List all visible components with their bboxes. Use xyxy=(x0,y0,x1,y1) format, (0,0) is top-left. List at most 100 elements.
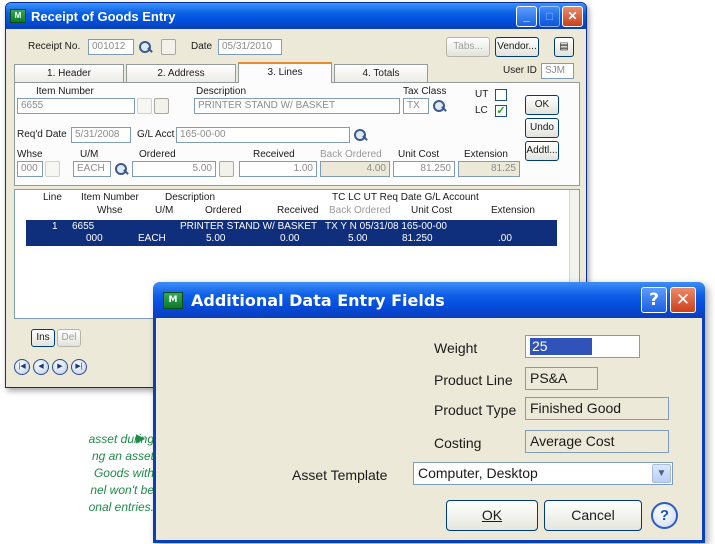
item-number-label: Item Number xyxy=(36,86,94,97)
ordered-field[interactable]: 5.00 xyxy=(132,161,216,177)
row-whse: 000 xyxy=(86,233,103,244)
receipt-lookup-search-icon[interactable] xyxy=(138,40,152,54)
receipt-no-field[interactable]: 001012 xyxy=(88,39,134,55)
addtl-button[interactable]: Addtl... xyxy=(525,141,559,161)
tab-strip: 1. Header 2. Address 3. Lines 4. Totals … xyxy=(14,62,580,83)
grid-header-flags: TC LC UT Req Date G/L Account xyxy=(332,192,479,203)
caption-text: asset during ng an asset Goods with nel … xyxy=(0,431,154,516)
receipt-no-label: Receipt No. xyxy=(28,41,81,52)
caption-arrow-icon: ▶ xyxy=(136,431,146,445)
dialog-titlebar[interactable]: M Additional Data Entry Fields ? ✕ xyxy=(153,282,705,318)
weight-value: 25 xyxy=(530,338,592,355)
grid-header-extension: Extension xyxy=(491,205,535,216)
next-record-icon[interactable]: ▶ xyxy=(52,359,68,375)
receipt-next-number-button[interactable] xyxy=(161,39,176,55)
del-button[interactable]: Del xyxy=(57,329,81,347)
lc-checkbox[interactable]: ✓ xyxy=(495,105,507,117)
lc-label: LC xyxy=(475,105,488,116)
ordered-calc-button[interactable] xyxy=(219,161,234,177)
tab-header[interactable]: 1. Header xyxy=(14,64,124,82)
tabs-button[interactable]: Tabs... xyxy=(446,37,490,57)
received-field[interactable]: 1.00 xyxy=(239,161,317,177)
reqd-date-field[interactable]: 5/31/2008 xyxy=(71,127,131,143)
extension-field: 81.25 xyxy=(458,161,520,177)
dialog-close-button[interactable]: ✕ xyxy=(670,287,696,313)
gl-acct-search-icon[interactable] xyxy=(353,128,367,142)
last-record-icon[interactable]: ▶| xyxy=(71,359,87,375)
close-button[interactable]: ✕ xyxy=(562,5,583,27)
whse-label: Whse xyxy=(17,149,43,160)
tax-class-field[interactable]: TX xyxy=(403,98,429,114)
extension-label: Extension xyxy=(464,149,508,160)
grid-header-back-ordered: Back Ordered xyxy=(329,205,391,216)
whse-lookup-button[interactable] xyxy=(45,161,60,177)
product-type-field: Finished Good xyxy=(525,397,669,420)
grid-header-unit-cost: Unit Cost xyxy=(411,205,453,216)
weight-label: Weight xyxy=(434,340,478,356)
description-field[interactable]: PRINTER STAND W/ BASKET xyxy=(194,98,400,114)
dialog-help-title-button[interactable]: ? xyxy=(641,287,667,313)
caption-line-5: onal entries. xyxy=(88,500,154,514)
row-back-ordered: 5.00 xyxy=(348,233,368,244)
weight-input[interactable]: 25 xyxy=(525,335,640,358)
ins-button[interactable]: Ins xyxy=(31,329,55,347)
row-received: 0.00 xyxy=(280,233,300,244)
description-label: Description xyxy=(196,86,247,97)
maximize-button[interactable]: □ xyxy=(539,5,560,27)
um-search-icon[interactable] xyxy=(114,162,128,176)
ut-checkbox[interactable] xyxy=(495,89,507,101)
gl-acct-label: G/L Acct xyxy=(137,129,175,140)
grid-header-line: Line xyxy=(43,192,62,203)
dialog-cancel-button[interactable]: Cancel xyxy=(544,500,642,531)
grid-header-um: U/M xyxy=(155,205,174,216)
date-label: Date xyxy=(191,41,213,52)
unit-cost-field[interactable]: 81.250 xyxy=(393,161,455,177)
row-ordered: 5.00 xyxy=(206,233,226,244)
row-flags: TX Y N 05/31/08 165-00-00 xyxy=(325,221,447,232)
whse-field[interactable]: 000 xyxy=(17,161,43,177)
help-icon[interactable]: ? xyxy=(651,502,678,529)
row-desc: PRINTER STAND W/ BASKET xyxy=(180,221,318,232)
item-link-button[interactable] xyxy=(154,98,169,114)
additional-data-entry-dialog: M Additional Data Entry Fields ? ✕ Weigh… xyxy=(153,282,705,543)
back-ordered-label: Back Ordered xyxy=(320,149,382,160)
tax-class-search-icon[interactable] xyxy=(432,99,446,113)
date-field[interactable]: 05/31/2010 xyxy=(218,39,282,55)
um-field[interactable]: EACH xyxy=(73,161,111,177)
main-titlebar[interactable]: M Receipt of Goods Entry _ □ ✕ xyxy=(6,3,586,29)
item-number-field[interactable]: 6655 xyxy=(17,98,135,114)
row-line: 1 xyxy=(52,221,58,232)
grid-header-ordered: Ordered xyxy=(205,205,242,216)
memo-icon[interactable]: ▤ xyxy=(554,37,574,57)
asset-template-label: Asset Template xyxy=(292,467,388,483)
chevron-down-icon[interactable]: ▼ xyxy=(652,464,671,483)
tab-totals[interactable]: 4. Totals xyxy=(334,64,428,82)
minimize-button[interactable]: _ xyxy=(516,5,537,27)
gl-acct-field[interactable]: 165-00-00 xyxy=(176,127,350,143)
item-lookup-button[interactable] xyxy=(137,98,152,114)
row-extension: .00 xyxy=(498,233,512,244)
table-row[interactable]: 1 6655 PRINTER STAND W/ BASKET TX Y N 05… xyxy=(26,220,557,246)
tab-lines[interactable]: 3. Lines xyxy=(238,62,332,83)
product-type-label: Product Type xyxy=(434,402,517,418)
reqd-date-label: Req'd Date xyxy=(17,129,67,140)
previous-record-icon[interactable]: ◀ xyxy=(33,359,49,375)
dialog-ok-button[interactable]: OK xyxy=(446,500,538,531)
costing-label: Costing xyxy=(434,435,482,451)
back-ordered-field: 4.00 xyxy=(320,161,390,177)
product-line-field: PS&A xyxy=(525,367,598,390)
row-item: 6655 xyxy=(72,221,95,232)
row-unit-cost: 81.250 xyxy=(402,233,433,244)
record-navigation: |◀ ◀ ▶ ▶| xyxy=(14,359,87,375)
undo-button[interactable]: Undo xyxy=(525,118,559,138)
caption-line-2: ng an asset xyxy=(91,449,154,463)
asset-template-select[interactable]: Computer, Desktop ▼ xyxy=(413,462,673,485)
tab-address[interactable]: 2. Address xyxy=(126,64,236,82)
ok-button[interactable]: OK xyxy=(525,95,559,115)
vendor-button[interactable]: Vendor... xyxy=(495,37,539,57)
user-id-field: SJM xyxy=(541,63,574,79)
costing-field: Average Cost xyxy=(525,430,669,453)
unit-cost-label: Unit Cost xyxy=(398,149,440,160)
first-record-icon[interactable]: |◀ xyxy=(14,359,30,375)
grid-header-desc: Description xyxy=(165,192,216,203)
